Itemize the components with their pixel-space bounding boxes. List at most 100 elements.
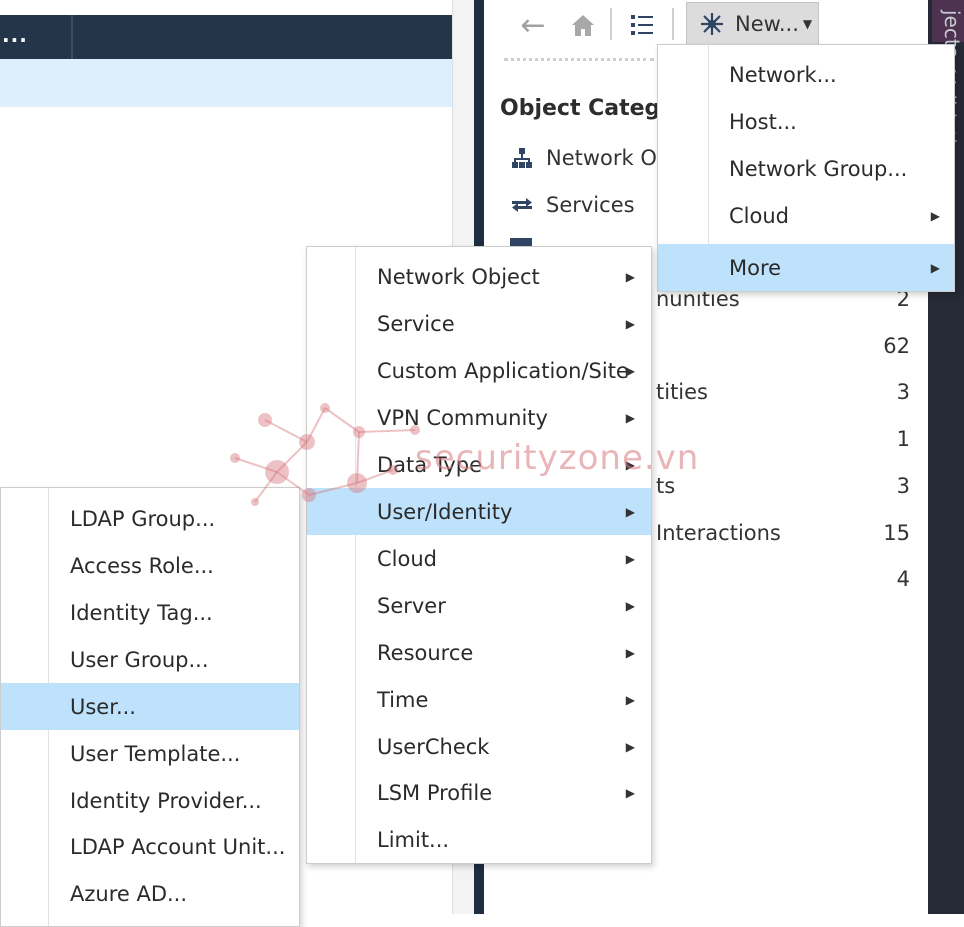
user-identity-submenu: LDAP Group... Access Role... Identity Ta… [0,487,300,927]
category-label[interactable]: ts [656,474,675,498]
network-tree-icon [510,146,534,170]
table-header[interactable]: ... [0,15,452,59]
column-divider[interactable] [71,15,73,59]
menu-item-usercheck[interactable]: UserCheck ▶ [307,723,651,770]
menu-item-network-group[interactable]: Network Group... [658,145,954,192]
category-services[interactable]: Services [510,190,635,220]
menu-item-label: Network Object [377,264,540,289]
menu-item-vpn-community[interactable]: VPN Community ▶ [307,394,651,441]
menu-item-limit[interactable]: Limit... [307,816,651,863]
menu-item-identity-tag[interactable]: Identity Tag... [1,589,299,636]
category-network-objects[interactable]: Network Ob [510,143,670,173]
menu-item-label: Network... [729,62,837,87]
menu-item-user-template[interactable]: User Template... [1,730,299,777]
menu-item-label: LDAP Account Unit... [70,834,286,859]
toolbar-separator [610,8,612,40]
chevron-right-icon: ▶ [625,269,635,284]
category-label[interactable]: Interactions [656,521,781,545]
star-burst-icon [701,13,723,35]
menu-item-lsm-profile[interactable]: LSM Profile ▶ [307,769,651,816]
menu-item-label: Service [377,311,455,336]
chevron-right-icon: ▶ [625,692,635,707]
table-row-selected[interactable] [0,59,452,107]
new-object-button[interactable]: New... ▼ [686,2,819,46]
category-count: 1 [896,427,910,451]
list-icon[interactable] [626,8,658,42]
chevron-right-icon: ▶ [625,598,635,613]
toolbar-separator [672,8,674,40]
column-header[interactable]: ... [2,23,28,47]
chevron-right-icon: ▶ [625,739,635,754]
menu-item-user[interactable]: User... [1,683,299,730]
menu-item-label: Azure AD... [70,881,188,906]
category-label: Network Ob [546,146,671,170]
exchange-arrows-icon [510,193,534,217]
menu-item-time[interactable]: Time ▶ [307,676,651,723]
menu-item-label: Cloud [377,546,437,571]
menu-item-user-identity[interactable]: User/Identity ▶ [307,488,651,535]
menu-item-label: Host... [729,109,797,134]
menu-item-label: UserCheck [377,734,490,759]
menu-item-label: Access Role... [70,553,214,578]
chevron-right-icon: ▶ [625,785,635,800]
menu-item-ldap-account-unit[interactable]: LDAP Account Unit... [1,823,299,870]
menu-item-label: Server [377,593,446,618]
chevron-right-icon: ▶ [930,260,940,275]
menu-item-cloud[interactable]: Cloud ▶ [307,535,651,582]
chevron-right-icon: ▶ [625,410,635,425]
chevron-right-icon: ▶ [625,457,635,472]
category-label: Services [546,193,635,217]
chevron-right-icon: ▶ [625,316,635,331]
menu-item-access-role[interactable]: Access Role... [1,542,299,589]
menu-item-label: Identity Provider... [70,788,262,813]
menu-item-identity-provider[interactable]: Identity Provider... [1,777,299,824]
menu-item-service[interactable]: Service ▶ [307,300,651,347]
menu-item-azure-ad[interactable]: Azure AD... [1,870,299,917]
menu-item-host[interactable]: Host... [658,98,954,145]
arrow-left-icon[interactable]: ← [516,8,550,43]
menu-item-label: Data Type [377,452,483,477]
chevron-right-icon: ▶ [625,645,635,660]
menu-item-label: Cloud [729,203,789,228]
menu-item-server[interactable]: Server ▶ [307,582,651,629]
menu-item-label: Time [377,687,429,712]
menu-item-label: More [729,255,782,280]
menu-item-more[interactable]: More ▶ [658,244,954,291]
menu-item-user-group[interactable]: User Group... [1,636,299,683]
menu-item-label: Resource [377,640,474,665]
toolbar-divider [504,58,654,61]
menu-item-data-type[interactable]: Data Type ▶ [307,441,651,488]
objects-tab[interactable]: jects [932,0,964,57]
menu-item-label: Identity Tag... [70,600,213,625]
category-count: 3 [896,474,910,498]
chevron-right-icon: ▶ [625,551,635,566]
category-count: 62 [883,334,910,358]
menu-item-label: User/Identity [377,499,513,524]
category-label[interactable]: tities [656,380,708,404]
new-object-menu: Network... Host... Network Group... Clou… [657,44,955,292]
menu-item-custom-application[interactable]: Custom Application/Site ▶ [307,347,651,394]
menu-item-network-object[interactable]: Network Object ▶ [307,253,651,300]
category-count: 3 [896,380,910,404]
menu-item-label: LSM Profile [377,780,493,805]
category-count: 15 [883,521,910,545]
menu-item-label: LDAP Group... [70,506,216,531]
menu-item-label: User... [70,694,136,719]
chevron-right-icon: ▶ [930,208,940,223]
category-count: 4 [896,567,910,591]
new-button-label: New... [735,12,799,36]
chevron-down-icon: ▼ [802,17,813,31]
menu-item-ldap-group[interactable]: LDAP Group... [1,495,299,542]
home-icon[interactable] [566,8,600,42]
menu-item-network[interactable]: Network... [658,51,954,98]
chevron-right-icon: ▶ [625,504,635,519]
more-submenu: Network Object ▶ Service ▶ Custom Applicat… [306,246,652,864]
chevron-right-icon: ▶ [625,363,635,378]
menu-item-label: VPN Community [377,405,548,430]
menu-item-label: Network Group... [729,156,908,181]
menu-item-label: Custom Application/Site [377,358,629,383]
menu-item-label: User Template... [70,741,241,766]
menu-item-resource[interactable]: Resource ▶ [307,629,651,676]
menu-item-cloud[interactable]: Cloud ▶ [658,192,954,239]
menu-item-label: Limit... [377,827,450,852]
